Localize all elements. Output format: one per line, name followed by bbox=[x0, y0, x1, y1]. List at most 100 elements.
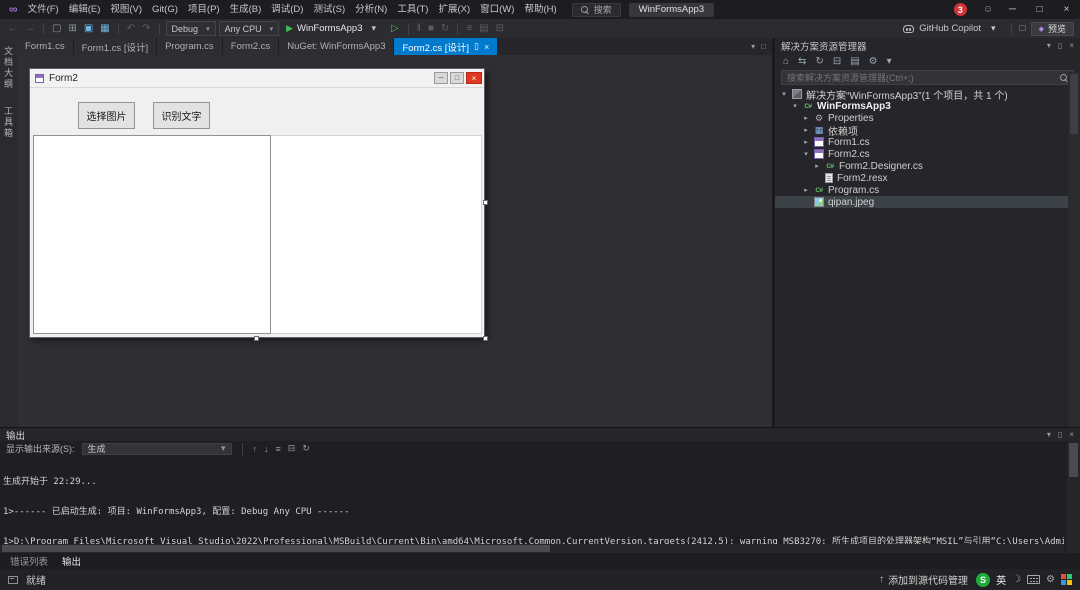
show-all-files-icon[interactable]: ▤ bbox=[850, 56, 859, 67]
select-image-button[interactable]: 选择图片 bbox=[78, 102, 135, 129]
keyboard-icon[interactable] bbox=[1027, 575, 1040, 584]
refresh-icon[interactable]: ↻ bbox=[815, 56, 823, 67]
minimize-button[interactable]: ─ bbox=[999, 0, 1026, 19]
tree-item-project[interactable]: ▾ WinFormsApp3 bbox=[775, 100, 1080, 112]
chevron-collapsed-icon[interactable]: ▸ bbox=[802, 186, 810, 194]
chevron-expanded-icon[interactable]: ▾ bbox=[791, 102, 799, 110]
start-debugging-button[interactable]: ▶ WinFormsApp3 ▾ bbox=[282, 21, 385, 36]
resize-handle[interactable] bbox=[483, 336, 488, 341]
toggle-autoscroll-icon[interactable]: ↻ bbox=[302, 443, 310, 454]
prev-message-icon[interactable]: ↑ bbox=[253, 444, 258, 454]
output-source-dropdown[interactable]: 生成 ▾ bbox=[82, 443, 232, 455]
float-window-icon[interactable]: □ bbox=[761, 42, 766, 51]
designed-form-body[interactable]: 选择图片 识别文字 bbox=[31, 89, 483, 336]
notification-badge[interactable]: 3 bbox=[954, 3, 967, 16]
new-file-icon[interactable]: ▢ bbox=[50, 19, 63, 38]
navigate-back-icon[interactable]: ← bbox=[6, 19, 20, 38]
winforms-design-surface[interactable]: Form2 ─ □ × 选择图片 识别文字 bbox=[17, 55, 772, 427]
sidebar-tab-document-outline[interactable]: 文档大纲 bbox=[2, 46, 15, 90]
picture-box-control[interactable] bbox=[33, 135, 271, 334]
tab-form2-design[interactable]: Form2.cs [设计] ▯ × bbox=[394, 38, 498, 55]
menu-item[interactable]: 扩展(X) bbox=[433, 0, 475, 19]
solution-search-input[interactable] bbox=[787, 73, 1055, 83]
stop-icon[interactable]: ■ bbox=[426, 19, 436, 38]
menu-item[interactable]: 分析(N) bbox=[350, 0, 392, 19]
menu-item[interactable]: 帮助(H) bbox=[519, 0, 561, 19]
tab-program-cs[interactable]: Program.cs bbox=[157, 38, 223, 55]
undo-icon[interactable]: ↶ bbox=[125, 19, 137, 38]
chevron-collapsed-icon[interactable]: ▸ bbox=[802, 126, 810, 134]
switch-views-icon[interactable]: ⇆ bbox=[798, 56, 806, 67]
menu-item[interactable]: 生成(B) bbox=[225, 0, 267, 19]
output-horizontal-scrollbar[interactable] bbox=[0, 544, 1064, 553]
redo-icon[interactable]: ↷ bbox=[140, 19, 152, 38]
designed-form-window[interactable]: Form2 ─ □ × 选择图片 识别文字 bbox=[29, 68, 485, 338]
step-icons[interactable]: ≡ bbox=[464, 19, 474, 38]
close-button[interactable]: × bbox=[1053, 0, 1080, 19]
properties-icon[interactable]: ⚙ bbox=[869, 56, 878, 67]
ime-mode-moon-icon[interactable]: ☽ bbox=[1012, 574, 1021, 585]
menu-item[interactable]: 文件(F) bbox=[23, 0, 64, 19]
home-icon[interactable]: ⌂ bbox=[783, 56, 789, 67]
pin-icon[interactable]: ▯ bbox=[474, 41, 479, 52]
start-without-debugging-icon[interactable]: ▷ bbox=[388, 23, 402, 34]
tab-form1-cs[interactable]: Form1.cs bbox=[17, 38, 74, 55]
output-panel-header[interactable]: 输出 ▾ ▯ × bbox=[0, 428, 1080, 441]
collapse-all-icon[interactable]: ⊟ bbox=[833, 56, 841, 67]
solution-configuration-dropdown[interactable]: Debug ▾ bbox=[166, 21, 216, 36]
chevron-collapsed-icon[interactable]: ▸ bbox=[802, 114, 810, 122]
sogou-ime-icon[interactable]: S bbox=[976, 573, 990, 587]
auto-hide-pin-icon[interactable]: ▯ bbox=[1058, 430, 1062, 439]
panel-options-chevron-icon[interactable]: ▾ bbox=[1047, 41, 1051, 50]
solution-platform-dropdown[interactable]: Any CPU ▾ bbox=[219, 21, 280, 36]
output-log[interactable]: 生成开始于 22:29... 1>------ 已启动生成: 项目: WinFo… bbox=[3, 457, 1064, 544]
menu-item[interactable]: 调试(D) bbox=[266, 0, 308, 19]
next-message-icon[interactable]: ↓ bbox=[264, 444, 269, 454]
add-to-source-control-button[interactable]: ↑ 添加到源代码管理 bbox=[879, 572, 968, 587]
solution-explorer-header[interactable]: 解决方案资源管理器 ▾ ▯ × bbox=[775, 38, 1080, 53]
output-vertical-scrollbar[interactable] bbox=[1067, 441, 1080, 553]
tree-item-form2[interactable]: ▾ Form2.cs bbox=[775, 148, 1080, 160]
feedback-icon[interactable]: ☺ bbox=[977, 0, 999, 19]
panel-options-chevron-icon[interactable]: ▾ bbox=[1047, 430, 1051, 439]
chevron-expanded-icon[interactable]: ▾ bbox=[802, 150, 810, 158]
tree-item-dependencies[interactable]: ▸ 依赖项 bbox=[775, 124, 1080, 136]
resize-handle[interactable] bbox=[254, 336, 259, 341]
navigate-forward-icon[interactable]: → bbox=[23, 19, 37, 38]
word-wrap-icon[interactable]: ≡ bbox=[276, 444, 281, 454]
close-tab-icon[interactable]: × bbox=[484, 42, 489, 52]
menu-item[interactable]: 工具(T) bbox=[392, 0, 433, 19]
solution-search-box[interactable] bbox=[781, 70, 1074, 85]
send-feedback-icon[interactable]: □ bbox=[1018, 19, 1028, 38]
save-icon[interactable]: ▣ bbox=[82, 19, 95, 38]
ime-settings-icon[interactable]: ⚙ bbox=[1046, 574, 1055, 585]
resize-handle[interactable] bbox=[483, 200, 488, 205]
tree-item-solution[interactable]: ▾ 解决方案“WinFormsApp3”(1 个项目，共 1 个) bbox=[775, 88, 1080, 100]
tab-list-chevron-icon[interactable]: ▾ bbox=[751, 42, 755, 51]
save-all-icon[interactable]: ▦ bbox=[98, 19, 111, 38]
chevron-collapsed-icon[interactable]: ▸ bbox=[813, 162, 821, 170]
maximize-button[interactable]: □ bbox=[1026, 0, 1053, 19]
open-file-icon[interactable]: ⊞ bbox=[66, 19, 78, 38]
misc-tool-icon[interactable]: ⊟ bbox=[494, 19, 506, 38]
tab-error-list[interactable]: 错误列表 bbox=[10, 554, 48, 568]
menu-item[interactable]: 项目(P) bbox=[183, 0, 225, 19]
tree-item-form2-designer[interactable]: ▸ Form2.Designer.cs bbox=[775, 160, 1080, 172]
more-options-chevron-icon[interactable]: ▾ bbox=[887, 56, 892, 67]
hot-reload-icon[interactable]: ↻ bbox=[439, 19, 451, 38]
tree-item-program[interactable]: ▸ Program.cs bbox=[775, 184, 1080, 196]
close-panel-icon[interactable]: × bbox=[1069, 430, 1074, 439]
pause-icon[interactable]: ‖ bbox=[415, 19, 423, 38]
solution-explorer-scrollbar[interactable] bbox=[1068, 72, 1080, 427]
menu-item[interactable]: 窗口(W) bbox=[475, 0, 519, 19]
menu-item[interactable]: 视图(V) bbox=[105, 0, 147, 19]
recognize-text-button[interactable]: 识别文字 bbox=[153, 102, 210, 129]
chevron-collapsed-icon[interactable]: ▸ bbox=[802, 138, 810, 146]
tree-item-form2-resx[interactable]: Form2.resx bbox=[775, 172, 1080, 184]
sidebar-tab-toolbox[interactable]: 工具箱 bbox=[2, 106, 15, 139]
find-in-files-icon[interactable]: ▤ bbox=[477, 19, 490, 38]
tree-item-form1[interactable]: ▸ Form1.cs bbox=[775, 136, 1080, 148]
menu-item[interactable]: Git(G) bbox=[147, 0, 183, 19]
tab-form2-cs[interactable]: Form2.cs bbox=[223, 38, 280, 55]
tab-output[interactable]: 输出 bbox=[62, 554, 81, 568]
